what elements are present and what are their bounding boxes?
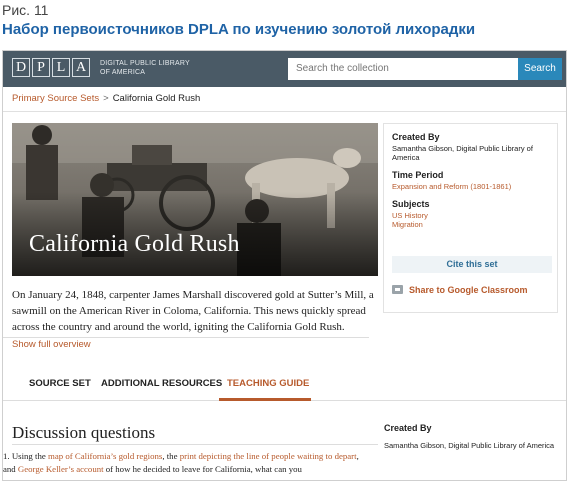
figure-title: Набор первоисточников DPLA по изучению з…	[2, 21, 476, 38]
divider	[3, 111, 566, 112]
created-by-label: Created By	[384, 423, 432, 433]
question-text: of how he decided to leave for Californi…	[103, 464, 302, 474]
set-info-panel: Created By Samantha Gibson, Digital Publ…	[383, 123, 558, 313]
logo-letter: L	[52, 58, 70, 77]
logo-letter: P	[32, 58, 50, 77]
hero-image: California Gold Rush	[12, 123, 378, 276]
time-period-label: Time Period	[392, 170, 444, 180]
browser-page: D P L A DIGITAL PUBLIC LIBRARY OF AMERIC…	[2, 50, 567, 481]
breadcrumb-separator: >	[103, 93, 109, 104]
print-line-people-link[interactable]: print depicting the line of people waiti…	[180, 451, 357, 461]
logo-letter: D	[12, 58, 30, 77]
question-text: , the	[162, 451, 180, 461]
logo-subtitle: DIGITAL PUBLIC LIBRARY OF AMERICA	[100, 60, 190, 76]
cite-button[interactable]: Cite this set	[392, 256, 552, 273]
divider	[3, 337, 369, 338]
figure-label: Рис. 11	[2, 2, 49, 18]
dpla-logo[interactable]: D P L A	[12, 58, 90, 77]
divider	[12, 444, 378, 445]
time-period-link[interactable]: Expansion and Reform (1801-1861)	[392, 182, 549, 191]
show-full-overview-link[interactable]: Show full overview	[12, 339, 91, 350]
active-tab-indicator	[219, 398, 311, 401]
tab-teaching-guide[interactable]: TEACHING GUIDE	[227, 378, 309, 389]
question-text: Using the	[11, 451, 48, 461]
breadcrumb: Primary Source Sets > California Gold Rush	[12, 93, 200, 104]
search-input[interactable]	[288, 58, 518, 80]
tab-additional-resources[interactable]: ADDITIONAL RESOURCES	[101, 378, 222, 389]
logo-letter: A	[72, 58, 90, 77]
share-label: Share to Google Classroom	[409, 285, 528, 295]
created-by-label: Created By	[392, 132, 440, 142]
breadcrumb-link-primary-source-sets[interactable]: Primary Source Sets	[12, 93, 99, 104]
teaching-guide-info: Created By Samantha Gibson, Digital Publ…	[384, 423, 559, 451]
george-keller-account-link[interactable]: George Keller’s account	[18, 464, 104, 474]
breadcrumb-current: California Gold Rush	[112, 93, 201, 104]
map-gold-regions-link[interactable]: map of California’s gold regions	[48, 451, 162, 461]
hero-title: California Gold Rush	[29, 231, 240, 257]
subject-link-us-history[interactable]: US History	[392, 211, 549, 220]
tab-bar: SOURCE SET ADDITIONAL RESOURCES TEACHING…	[3, 369, 566, 401]
tab-source-set[interactable]: SOURCE SET	[29, 378, 91, 389]
share-google-classroom-link[interactable]: Share to Google Classroom	[392, 285, 528, 295]
created-by-value: Samantha Gibson, Digital Public Library …	[384, 441, 555, 450]
discussion-question-1: 1. Using the map of California’s gold re…	[3, 450, 369, 476]
subjects-label: Subjects	[392, 199, 430, 209]
subject-link-migration[interactable]: Migration	[392, 220, 549, 229]
overview-text: On January 24, 1848, carpenter James Mar…	[12, 289, 374, 333]
google-classroom-icon	[392, 285, 403, 294]
question-number: 1.	[3, 451, 10, 461]
search-button[interactable]: Search	[518, 58, 562, 80]
section-title: Discussion questions	[12, 423, 156, 442]
site-header: D P L A DIGITAL PUBLIC LIBRARY OF AMERIC…	[3, 51, 566, 87]
created-by-value: Samantha Gibson, Digital Public Library …	[392, 144, 533, 162]
